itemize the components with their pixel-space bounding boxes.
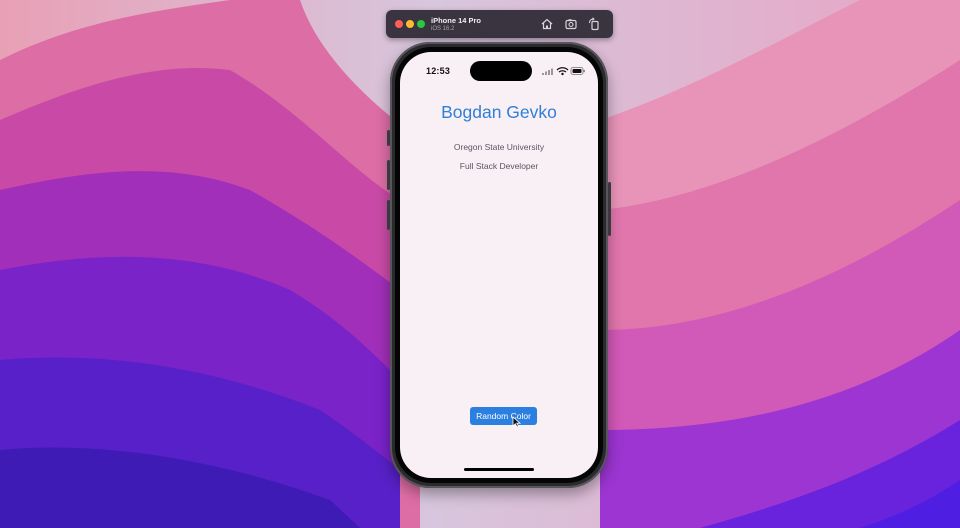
home-indicator[interactable]	[464, 468, 534, 471]
minimize-window-button[interactable]	[406, 20, 414, 28]
dynamic-island	[470, 61, 532, 81]
profile-name: Bogdan Gevko	[441, 102, 557, 122]
iphone-device: 12:53 Bogdan Gevko Oregon State Universi…	[387, 42, 611, 488]
volume-up-button[interactable]	[387, 160, 390, 190]
home-icon[interactable]	[540, 17, 554, 31]
random-color-button[interactable]: Random Color	[470, 407, 537, 425]
wifi-icon	[556, 67, 569, 76]
screenshot-icon[interactable]	[564, 17, 578, 31]
zoom-window-button[interactable]	[417, 20, 425, 28]
profile-school: Oregon State University	[453, 142, 545, 152]
simulator-toolbar: iPhone 14 Pro iOS 16.2	[386, 10, 613, 38]
simulator-device-name: iPhone 14 Pro	[431, 16, 482, 25]
battery-icon	[570, 67, 585, 75]
status-bar-time: 12:53	[426, 66, 451, 76]
power-button[interactable]	[608, 182, 611, 236]
status-bar-icons	[542, 67, 585, 76]
signal-icon	[542, 68, 553, 75]
rotate-icon[interactable]	[587, 17, 601, 31]
close-window-button[interactable]	[395, 20, 403, 28]
phone-bezel: 12:53 Bogdan Gevko Oregon State Universi…	[395, 47, 603, 483]
mouse-cursor-icon	[512, 416, 521, 428]
simulator-os-version: iOS 16.2	[431, 26, 455, 32]
phone-screen: 12:53 Bogdan Gevko Oregon State Universi…	[400, 52, 598, 478]
action-switch	[387, 130, 390, 146]
volume-down-button[interactable]	[387, 200, 390, 230]
profile-role: Full Stack Developer	[459, 161, 539, 171]
